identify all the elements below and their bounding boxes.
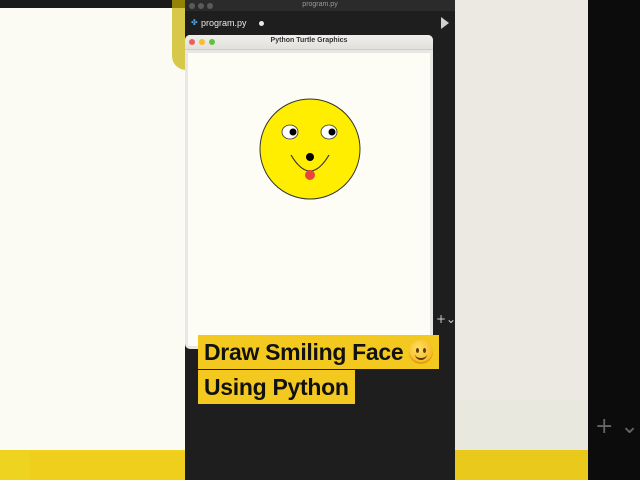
- background-right: + ⌄: [455, 0, 640, 480]
- background-topbar: [0, 0, 185, 8]
- left-pupil: [289, 128, 297, 136]
- caption-line-1: Draw Smiling Face: [198, 335, 440, 369]
- nose: [306, 153, 314, 161]
- plus-icon[interactable]: +⌄: [436, 312, 456, 326]
- turtle-graphics-window: Python Turtle Graphics: [185, 35, 433, 349]
- tab-program-py[interactable]: ✤ program.py: [191, 15, 264, 31]
- smiling-face-emoji-icon: [409, 340, 434, 364]
- background-right-dark: [588, 0, 640, 480]
- turtle-window-title: Python Turtle Graphics: [270, 37, 348, 44]
- unsaved-dot-icon: [258, 20, 264, 26]
- right-pupil: [328, 128, 336, 136]
- background-plus-icon: + ⌄: [595, 414, 639, 439]
- run-icon[interactable]: [441, 17, 449, 29]
- caption-line-1-text: Draw Smiling Face: [204, 339, 404, 365]
- background-blob: [172, 0, 186, 70]
- background-right-light: [455, 0, 588, 480]
- turtle-titlebar: Python Turtle Graphics: [185, 35, 433, 50]
- editor-titlebar: program.py: [185, 0, 455, 11]
- background-caption-blur: [30, 452, 185, 480]
- editor-window-title: program.py: [302, 1, 338, 8]
- python-file-icon: ✤: [191, 18, 198, 27]
- background-left: [0, 0, 186, 480]
- caption-line-2-text: Using Python: [204, 374, 349, 400]
- smiling-face-drawing: [259, 98, 361, 200]
- tab-label: program.py: [201, 18, 247, 28]
- turtle-canvas: [188, 53, 430, 346]
- tongue: [305, 170, 315, 180]
- code-editor-window: program.py ✤ program.py +⌄ Python Turtle…: [185, 0, 456, 480]
- face-circle: [259, 98, 361, 200]
- editor-tabbar: ✤ program.py: [185, 12, 455, 34]
- caption-line-2: Using Python: [198, 370, 355, 404]
